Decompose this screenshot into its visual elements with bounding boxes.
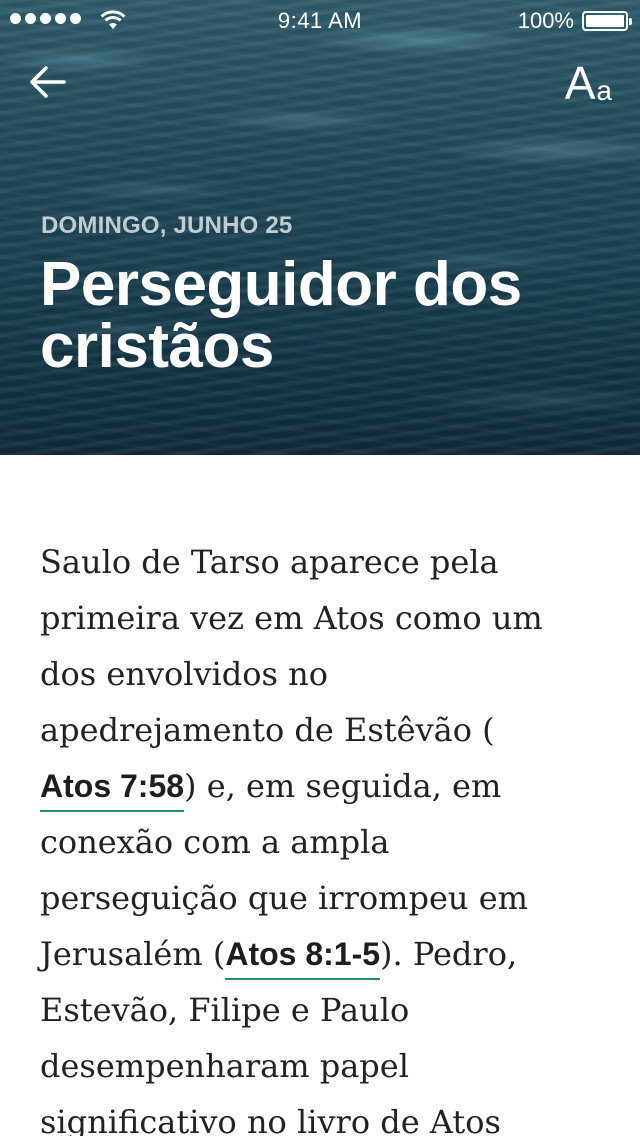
article-line: conexão com a ampla (40, 823, 390, 861)
article-text: . Pedro, (392, 935, 518, 973)
devotional-date: DOMINGO, JUNHO 25 (41, 212, 293, 239)
page-title: Perseguidor dos cristãos (40, 250, 522, 381)
font-size-icon-small: a (596, 75, 612, 106)
back-button[interactable] (26, 60, 70, 104)
arrow-left-icon (30, 66, 66, 98)
font-settings-button[interactable]: Aa (565, 56, 612, 106)
header-hero-image: 9:41 AM 100% Aa DOMINGO, JUNHO 25 Perseg… (0, 0, 640, 455)
article-line: perseguição que irrompeu em (40, 879, 528, 917)
article-line: dos envolvidos no (40, 655, 328, 693)
article-line: apedrejamento de Estêvão ( (40, 711, 495, 749)
article-text: Jerusalém ( (40, 935, 226, 973)
article-line: Atos 7:58) e, em seguida, em (40, 758, 610, 814)
article-text: e, em seguida, em (206, 767, 502, 805)
status-bar: 9:41 AM 100% (0, 0, 640, 40)
scripture-reference-link[interactable]: Atos 8:1-5 (225, 936, 381, 980)
article-line: Jerusalém (Atos 8:1-5). Pedro, (40, 926, 610, 982)
article-body: Saulo de Tarso aparece pela primeira vez… (40, 534, 610, 1136)
font-size-icon-large: A (564, 57, 596, 109)
battery-icon (582, 11, 632, 31)
scripture-reference-link[interactable]: Atos 7:58 (40, 768, 185, 812)
article-line: Estevão, Filipe e Paulo (40, 991, 410, 1029)
article-line: primeira vez em Atos como um (40, 599, 543, 637)
article-text: ) (184, 767, 197, 805)
battery-percentage: 100% (517, 8, 574, 33)
article-line: desempenharam papel (40, 1047, 409, 1085)
article-text: ) (380, 935, 393, 973)
article-line: significativo no livro de Atos (40, 1103, 501, 1136)
article-line: Saulo de Tarso aparece pela (40, 543, 499, 581)
